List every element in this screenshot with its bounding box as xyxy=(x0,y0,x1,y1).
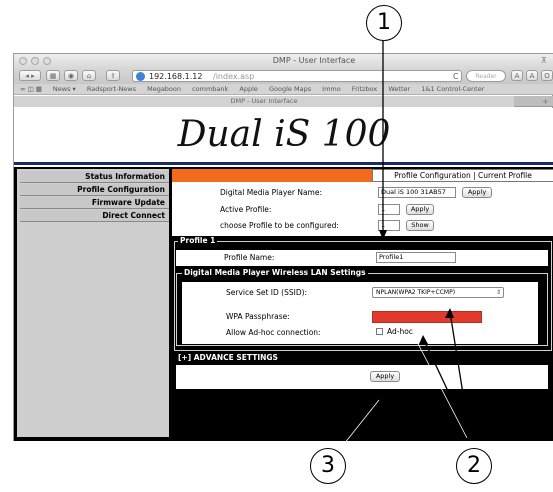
callout-3: 3 xyxy=(310,448,346,484)
callout-2-line-c xyxy=(414,337,468,439)
callout-1: 1 xyxy=(366,5,402,41)
callout-2-arrow-b xyxy=(419,335,428,344)
callout-3-line xyxy=(339,395,377,441)
callout-2-line-a xyxy=(449,311,471,439)
annotation-lines xyxy=(339,40,471,445)
callout-1-arrow xyxy=(379,230,387,240)
callout-3-line-inner xyxy=(343,399,380,445)
callout-2-line-b xyxy=(423,339,471,439)
callout-2: 2 xyxy=(456,448,492,484)
callout-2-arrow-a xyxy=(445,308,454,318)
